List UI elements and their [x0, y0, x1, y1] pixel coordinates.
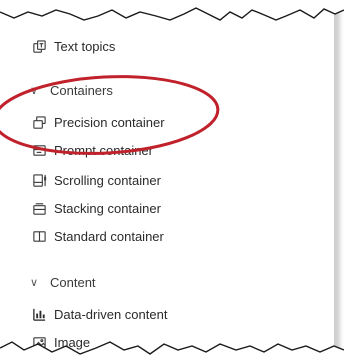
stacking-container-icon — [30, 200, 48, 216]
menu-item-label: Scrolling container — [54, 172, 161, 188]
menu-item-text-topics[interactable]: Text topics — [30, 34, 115, 58]
menu-item-label: Prompt container — [54, 142, 153, 158]
menu-item-prompt-container[interactable]: Prompt container — [30, 138, 153, 162]
chevron-down-icon: ∨ — [30, 84, 39, 97]
standard-container-icon — [30, 228, 48, 244]
menu-item-stacking-container[interactable]: Stacking container — [30, 196, 161, 220]
menu-item-label: Standard container — [54, 228, 164, 244]
section-label: Content — [50, 274, 96, 290]
menu-item-label: Image — [54, 334, 91, 350]
menu-item-data-driven-content[interactable]: Data-driven content — [30, 302, 167, 326]
insert-menu-panel: Text topics ∨ Containers Precision conta… — [0, 0, 334, 356]
menu-item-label: Stacking container — [54, 200, 161, 216]
section-label: Containers — [50, 82, 113, 98]
prompt-container-icon — [30, 142, 48, 158]
menu-item-label: Data-driven content — [54, 306, 168, 322]
menu-item-image[interactable]: Image — [30, 330, 90, 354]
bar-chart-icon — [30, 306, 48, 322]
section-header-content[interactable]: ∨ Content — [30, 270, 96, 294]
menu-item-label: Text topics — [54, 38, 116, 54]
chevron-down-icon: ∨ — [30, 276, 39, 289]
menu-item-scrolling-container[interactable]: Scrolling container — [30, 168, 161, 192]
image-icon — [30, 334, 48, 350]
section-header-containers[interactable]: ∨ Containers — [30, 78, 113, 102]
scrolling-container-icon — [30, 172, 48, 188]
precision-container-icon — [30, 114, 48, 130]
menu-item-label: Precision container — [54, 114, 165, 130]
menu-item-standard-container[interactable]: Standard container — [30, 224, 164, 248]
menu-item-precision-container[interactable]: Precision container — [30, 110, 165, 134]
text-topics-icon — [30, 38, 48, 54]
